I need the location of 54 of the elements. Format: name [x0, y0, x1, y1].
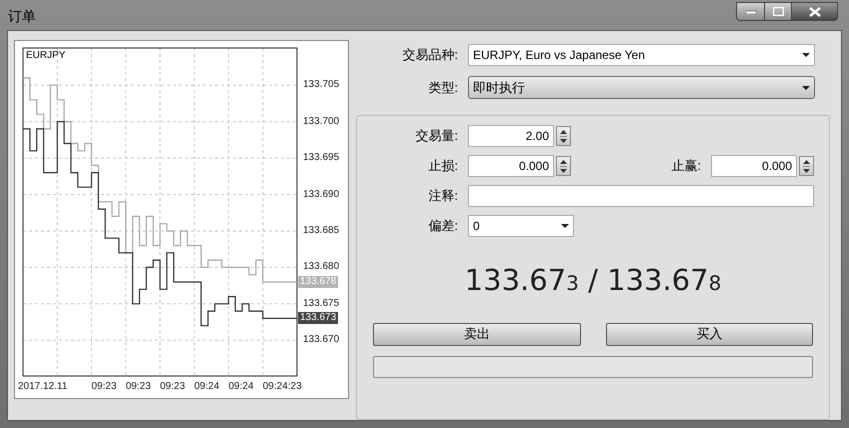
- axis-label: 133.690: [303, 190, 340, 200]
- deviation-dropdown[interactable]: 0: [468, 215, 574, 237]
- field-label: 注释:: [427, 187, 458, 206]
- field-label: 偏差:: [427, 217, 458, 236]
- caret-icon: [802, 86, 810, 90]
- axis-label: 09:24: [194, 382, 220, 392]
- axis-label: 09:23: [92, 382, 117, 392]
- number-field[interactable]: 2.00: [468, 125, 554, 147]
- close-icon: [808, 6, 820, 16]
- type-dropdown[interactable]: 即时执行: [468, 76, 815, 99]
- sell-button[interactable]: 卖出: [373, 322, 581, 346]
- chart-symbol: EURJPY: [26, 51, 66, 61]
- axis-label: 09:23: [126, 382, 151, 392]
- window-title: 订单: [8, 7, 36, 26]
- axis-label: 133.680: [303, 262, 340, 272]
- dropdown-value: 即时执行: [473, 78, 525, 97]
- minimize-button[interactable]: [736, 2, 765, 21]
- spinner-arrows-icon: [560, 130, 567, 142]
- spinner-button[interactable]: [556, 126, 571, 146]
- field-label: 类型:: [427, 78, 458, 97]
- axis-label: 133.705: [303, 80, 340, 90]
- maximize-icon: [772, 7, 784, 16]
- price-tag: 133.673: [298, 312, 338, 324]
- symbol-dropdown[interactable]: EURJPY, Euro vs Japanese Yen: [468, 44, 815, 66]
- field-label: 止损:: [427, 157, 458, 176]
- axis-label: 133.695: [303, 153, 340, 164]
- price-tag: 133.678: [298, 276, 338, 288]
- axis-label: 09:23: [160, 382, 186, 392]
- dropdown-value: EURJPY, Euro vs Japanese Yen: [473, 47, 645, 64]
- spinner-arrows-icon: [803, 160, 810, 172]
- axis-label: 133.685: [303, 226, 340, 236]
- minimize-icon: [746, 10, 756, 14]
- axis-label: 09:24:23: [262, 382, 302, 392]
- spinner-arrows-icon: [560, 160, 567, 172]
- dropdown-value: 0: [473, 218, 480, 235]
- comment-field[interactable]: [468, 185, 814, 207]
- buy-button[interactable]: 买入: [606, 322, 813, 346]
- field-label: 交易品种:: [401, 46, 458, 64]
- axis-label: 133.670: [303, 335, 340, 346]
- field-label: 交易量:: [414, 127, 458, 146]
- field-label: 止赢:: [671, 157, 701, 176]
- maximize-button[interactable]: [765, 2, 791, 21]
- axis-label: 133.700: [303, 116, 340, 127]
- axis-label: 2017.12.11: [18, 382, 68, 392]
- caret-icon: [561, 224, 569, 228]
- close-button[interactable]: [791, 2, 838, 21]
- number-field[interactable]: 0.000: [711, 155, 797, 177]
- spinner-button[interactable]: [799, 156, 814, 176]
- axis-label: 09:24: [228, 382, 254, 392]
- number-field[interactable]: 0.000: [468, 155, 554, 177]
- price-quote: 133.673 / 133.678: [464, 262, 722, 299]
- caret-icon: [802, 53, 810, 57]
- spinner-button[interactable]: [556, 156, 571, 176]
- axis-label: 133.675: [303, 298, 340, 309]
